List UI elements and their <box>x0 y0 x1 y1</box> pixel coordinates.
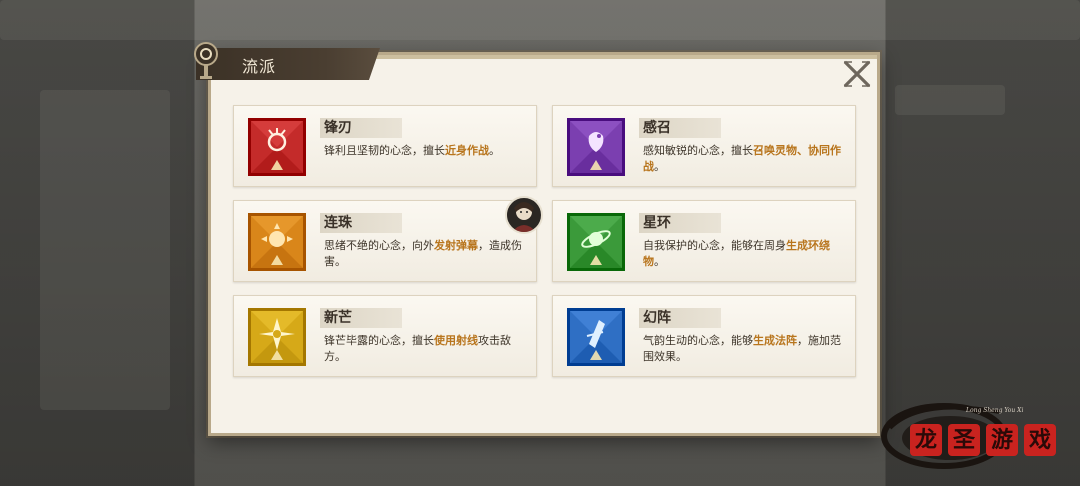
school-badge-icon <box>194 42 218 79</box>
school-card-6[interactable]: 幻阵气韵生动的心念，能够生成法阵，施加范围效果。 <box>552 295 856 377</box>
summon-emblem-icon <box>567 118 625 176</box>
description-text: 气韵生动的心念，能够 <box>643 334 753 347</box>
description-text: 自我保护的心念，能够在周身 <box>643 239 786 252</box>
barrage-emblem-icon <box>248 213 306 271</box>
school-name: 连珠 <box>320 213 402 233</box>
description-text: 思绪不绝的心念，向外 <box>324 239 434 252</box>
watermark-caption: Long Sheng You Xi <box>966 407 1024 414</box>
description-text: 。 <box>654 160 665 173</box>
background-shape <box>40 90 170 410</box>
description-text: 锋利且坚韧的心念，擅长 <box>324 144 445 157</box>
school-name: 幻阵 <box>639 308 721 328</box>
school-name: 感召 <box>639 118 721 138</box>
description-text: 。 <box>489 144 500 157</box>
school-card-1[interactable]: 锋刃锋利且坚韧的心念，擅长近身作战。 <box>233 105 537 187</box>
character-portrait-icon <box>512 202 536 232</box>
highlight-text: 使用射线 <box>434 334 478 347</box>
background-shape <box>0 0 1080 40</box>
school-description: 锋芒毕露的心念，擅长使用射线攻击敌方。 <box>324 333 524 365</box>
school-name: 新芒 <box>320 308 402 328</box>
description-text: 。 <box>654 255 665 268</box>
watermark-char: 戏 <box>1024 424 1056 456</box>
ray-emblem-icon <box>248 308 306 366</box>
school-description: 思绪不绝的心念，向外发射弹幕，造成伤害。 <box>324 238 524 270</box>
description-text: 感知敏锐的心念，擅长 <box>643 144 753 157</box>
school-description: 感知敏锐的心念，擅长召唤灵物、协同作战。 <box>643 143 843 175</box>
school-card-4[interactable]: 星环自我保护的心念，能够在周身生成环绕物。 <box>552 200 856 282</box>
watermark-char: 游 <box>986 424 1018 456</box>
school-card-5[interactable]: 新芒锋芒毕露的心念，擅长使用射线攻击敌方。 <box>233 295 537 377</box>
watermark-char: 龙 <box>910 424 942 456</box>
title-tab <box>196 48 380 80</box>
player-avatar[interactable] <box>505 196 543 234</box>
watermark-characters: 龙 圣 游 戏 <box>910 424 1056 456</box>
highlight-text: 近身作战 <box>445 144 489 157</box>
school-description: 自我保护的心念，能够在周身生成环绕物。 <box>643 238 843 270</box>
school-description: 锋利且坚韧的心念，擅长近身作战。 <box>324 143 524 159</box>
close-button[interactable] <box>840 58 874 90</box>
school-name: 锋刃 <box>320 118 402 138</box>
description-text: 锋芒毕露的心念，擅长 <box>324 334 434 347</box>
school-card-3[interactable]: 连珠思绪不绝的心念，向外发射弹幕，造成伤害。 <box>233 200 537 282</box>
watermark-char: 圣 <box>948 424 980 456</box>
school-description: 气韵生动的心念，能够生成法阵，施加范围效果。 <box>643 333 843 365</box>
orbit-emblem-icon <box>567 213 625 271</box>
highlight-text: 发射弹幕 <box>434 239 478 252</box>
school-card-2[interactable]: 感召感知敏锐的心念，擅长召唤灵物、协同作战。 <box>552 105 856 187</box>
school-name: 星环 <box>639 213 721 233</box>
close-icon <box>843 60 871 88</box>
array-emblem-icon <box>567 308 625 366</box>
highlight-text: 生成法阵 <box>753 334 797 347</box>
dialog-title: 流派 <box>242 57 277 76</box>
blade-emblem-icon <box>248 118 306 176</box>
background-shape <box>895 85 1005 115</box>
